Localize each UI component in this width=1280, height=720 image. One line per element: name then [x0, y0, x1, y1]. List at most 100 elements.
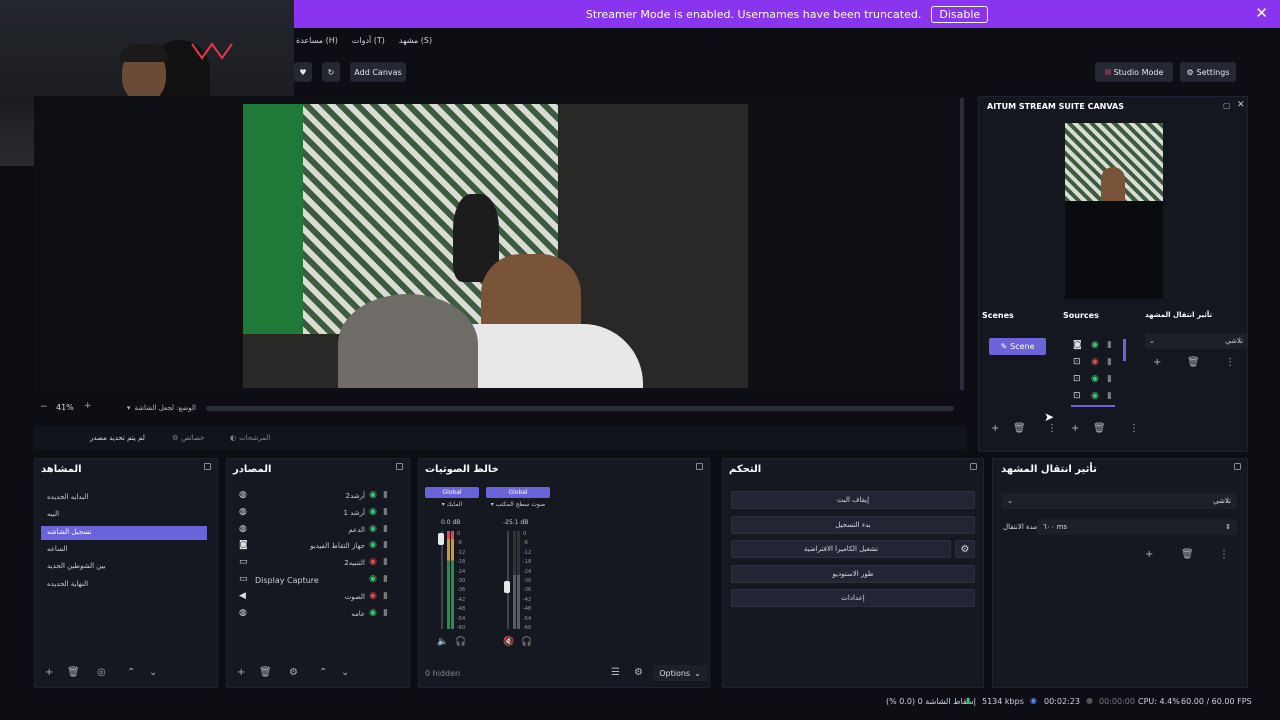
- eye-icon[interactable]: ◉: [369, 524, 377, 534]
- chevron-up-icon[interactable]: ⌃: [127, 667, 135, 678]
- eye-icon[interactable]: ◉: [1091, 392, 1099, 401]
- pin-icon[interactable]: [396, 463, 403, 470]
- duration-input[interactable]: ٦٠٠ ms ⇕: [1037, 519, 1237, 535]
- add-icon[interactable]: +: [1153, 357, 1161, 368]
- horizontal-scrollbar[interactable]: [206, 406, 954, 411]
- speaker-muted-icon[interactable]: 🔇: [503, 637, 514, 647]
- sources-scrollbar[interactable]: [1123, 339, 1126, 361]
- eye-icon[interactable]: ◉: [369, 491, 377, 500]
- source-list-item[interactable]: جهاز التقاط الفيديو: [255, 542, 365, 550]
- eye-icon[interactable]: ◉: [1091, 375, 1099, 384]
- menu-help[interactable]: (H) مساعدة: [296, 36, 338, 52]
- close-icon[interactable]: ✕: [1237, 100, 1245, 110]
- more-icon[interactable]: ⋮: [1047, 423, 1057, 434]
- scene-list-item[interactable]: تسجيل الشاشه: [41, 525, 207, 540]
- lock-icon[interactable]: ▮: [1107, 358, 1112, 367]
- eye-icon[interactable]: ◉: [369, 608, 377, 618]
- speaker-icon[interactable]: 🔈: [437, 637, 448, 647]
- heart-icon[interactable]: ♥: [294, 62, 312, 82]
- ch1-fader[interactable]: [438, 533, 444, 545]
- lock-icon[interactable]: ▮: [1107, 392, 1112, 401]
- add-icon[interactable]: +: [45, 667, 53, 678]
- trash-icon[interactable]: 🗑: [1093, 423, 1106, 434]
- virtual-camera-button[interactable]: تشغيل الكاميرا الافتراضية: [731, 540, 951, 558]
- filter-icon[interactable]: ◎: [97, 667, 106, 678]
- lock-icon[interactable]: ▮: [383, 491, 388, 500]
- add-icon[interactable]: +: [1145, 549, 1153, 560]
- zoom-in-button[interactable]: +: [84, 401, 92, 411]
- lock-icon[interactable]: ▮: [383, 591, 388, 601]
- mixer-ch2-name[interactable]: صوت سطح المكتب ▾: [486, 501, 550, 512]
- eye-hidden-icon[interactable]: ◉: [369, 591, 377, 601]
- filters-button[interactable]: ◐ المرشحات: [230, 431, 278, 445]
- add-canvas-button[interactable]: Add Canvas: [350, 62, 406, 82]
- scene-list-item[interactable]: الساعه: [41, 543, 207, 557]
- chevron-up-icon[interactable]: ⌃: [319, 667, 327, 678]
- scene-list-item[interactable]: بين الشوطين الجديد: [41, 560, 207, 574]
- pin-icon[interactable]: ▢: [1223, 101, 1231, 110]
- gear-icon[interactable]: ⚙: [289, 667, 298, 678]
- more-icon[interactable]: ⋮: [1129, 423, 1139, 434]
- stop-stream-button[interactable]: إيقاف البث: [731, 491, 975, 509]
- pin-icon[interactable]: [696, 463, 703, 470]
- add-icon[interactable]: +: [1071, 423, 1079, 434]
- eye-icon[interactable]: ◉: [369, 575, 377, 584]
- trash-icon[interactable]: 🗑: [1187, 357, 1200, 368]
- source-list-item[interactable]: أرشد 1: [255, 509, 365, 517]
- virtual-camera-settings-icon[interactable]: ⚙: [955, 540, 975, 558]
- lock-icon[interactable]: ▮: [383, 558, 388, 567]
- ch2-fader[interactable]: [504, 581, 510, 593]
- trash-icon[interactable]: 🗑: [259, 667, 272, 678]
- aitum-transition-select[interactable]: تلاشي ⌄: [1145, 333, 1247, 349]
- eye-icon[interactable]: ◉: [369, 541, 377, 550]
- lock-icon[interactable]: ▮: [383, 608, 388, 618]
- source-list-item[interactable]: الدعم: [255, 526, 365, 534]
- trash-icon[interactable]: 🗑: [1181, 549, 1194, 560]
- add-icon[interactable]: +: [991, 423, 999, 434]
- chevron-down-icon[interactable]: ⌄: [341, 667, 349, 678]
- close-icon[interactable]: ✕: [1255, 4, 1268, 22]
- sliders-icon[interactable]: ☰: [611, 667, 620, 678]
- fit-dropdown[interactable]: الوضع: لجعل الشاشة ▾: [104, 401, 196, 415]
- headphones-icon[interactable]: 🎧: [455, 637, 466, 647]
- lock-icon[interactable]: ▮: [1107, 375, 1112, 384]
- scene-list-item[interactable]: البيه: [41, 508, 207, 522]
- scene-list-item[interactable]: البدايه الجديده: [41, 491, 207, 505]
- share-icon[interactable]: ↻: [322, 62, 340, 82]
- eye-hidden-icon[interactable]: ◉: [369, 558, 377, 567]
- source-list-item[interactable]: Display Capture: [255, 576, 365, 585]
- disable-button[interactable]: Disable: [931, 5, 989, 23]
- vertical-scrollbar[interactable]: [960, 98, 964, 390]
- lock-icon[interactable]: ▮: [1107, 341, 1112, 350]
- settings-button[interactable]: ⚙ Settings: [1180, 62, 1236, 82]
- preview-canvas[interactable]: [34, 96, 966, 392]
- more-icon[interactable]: ⋮: [1225, 357, 1235, 368]
- source-list-item[interactable]: الصوت: [255, 593, 365, 601]
- menu-tools[interactable]: (T) أدوات: [352, 36, 385, 52]
- pin-icon[interactable]: [1234, 463, 1241, 470]
- studio-mode-button[interactable]: Studio Mode: [1095, 62, 1173, 82]
- eye-icon[interactable]: ◉: [369, 507, 377, 517]
- studio-mode-toggle-button[interactable]: طور الاستوديو: [731, 565, 975, 583]
- options-button[interactable]: Options ⌄: [653, 665, 707, 681]
- vertical-canvas-preview[interactable]: [1065, 123, 1163, 299]
- eye-hidden-icon[interactable]: ◉: [1091, 358, 1099, 367]
- properties-button[interactable]: ⚙ خصائص: [172, 431, 214, 445]
- pin-icon[interactable]: [204, 463, 211, 470]
- trash-icon[interactable]: 🗑: [1013, 423, 1026, 434]
- source-list-item[interactable]: التنبيه2: [255, 559, 365, 567]
- gear-icon[interactable]: ⚙: [634, 667, 643, 678]
- start-recording-button[interactable]: بدء التسجيل: [731, 516, 975, 534]
- scene-list-item[interactable]: النهاية الجديده: [41, 578, 207, 592]
- lock-icon[interactable]: ▮: [383, 507, 388, 517]
- chevron-down-icon[interactable]: ⌄: [149, 667, 157, 678]
- zoom-out-button[interactable]: −: [40, 402, 48, 412]
- trash-icon[interactable]: 🗑: [67, 667, 80, 678]
- lock-icon[interactable]: ▮: [383, 575, 388, 584]
- lock-icon[interactable]: ▮: [383, 541, 388, 550]
- more-icon[interactable]: ⋮: [1219, 549, 1229, 560]
- eye-icon[interactable]: ◉: [1091, 341, 1099, 350]
- settings-control-button[interactable]: إعدادات: [731, 589, 975, 607]
- source-list-item[interactable]: أرشد2: [255, 492, 365, 500]
- pin-icon[interactable]: [970, 463, 977, 470]
